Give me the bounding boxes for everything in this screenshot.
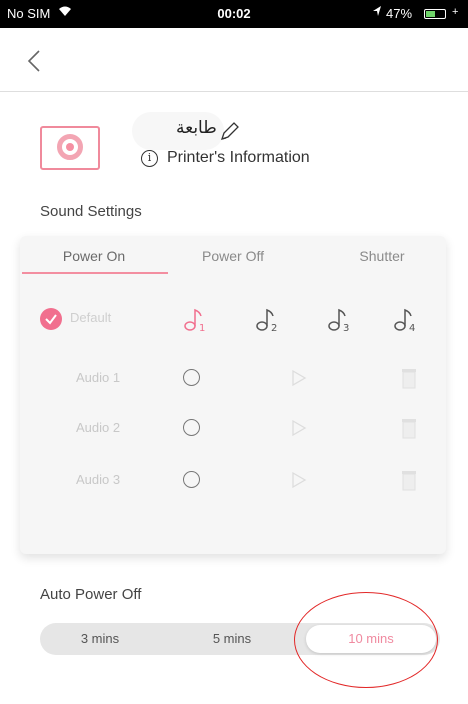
default-sound-row: Default 1 2 3 4	[20, 304, 446, 336]
tone-4-number: 4	[409, 323, 415, 334]
default-label: Default	[70, 310, 112, 325]
audio-row-3: Audio 3	[20, 466, 446, 496]
trash-icon[interactable]	[401, 417, 417, 439]
active-tab-indicator	[22, 272, 168, 274]
chevron-left-icon	[27, 50, 40, 72]
back-button[interactable]	[24, 48, 44, 74]
annotation-circle	[294, 592, 438, 688]
sound-settings-card: Power On Power Off Shutter Default 1 2 3…	[20, 236, 446, 554]
play-icon[interactable]	[290, 419, 308, 437]
location-arrow-icon	[372, 5, 382, 20]
music-note-2-icon[interactable]: 2	[252, 304, 282, 334]
printer-name: طابعة	[176, 118, 217, 138]
play-icon[interactable]	[290, 369, 308, 387]
play-icon[interactable]	[290, 471, 308, 489]
navigation-bar	[0, 28, 468, 92]
pencil-edit-icon[interactable]	[218, 121, 240, 143]
option-5-mins[interactable]: 5 mins	[172, 623, 292, 655]
tone-3-number: 3	[343, 323, 349, 334]
info-icon: i	[141, 150, 158, 167]
music-note-1-icon[interactable]: 1	[180, 304, 210, 334]
tab-power-on[interactable]: Power On	[20, 248, 168, 264]
audio-row-2: Audio 2	[20, 414, 446, 444]
default-check-icon[interactable]	[40, 308, 62, 330]
record-circle-icon[interactable]	[183, 369, 200, 386]
sound-settings-title: Sound Settings	[40, 203, 142, 220]
sound-tabs: Power On Power Off Shutter	[20, 236, 446, 276]
tab-power-off[interactable]: Power Off	[168, 248, 298, 264]
music-note-3-icon[interactable]: 3	[324, 304, 354, 334]
audio-3-label: Audio 3	[76, 472, 121, 487]
tone-1-number: 1	[199, 323, 205, 334]
status-bar: No SIM 00:02 47% +	[0, 0, 468, 28]
record-circle-icon[interactable]	[183, 471, 200, 488]
battery-percentage: 47%	[386, 6, 413, 21]
tone-2-number: 2	[271, 323, 277, 334]
record-circle-icon[interactable]	[183, 419, 200, 436]
trash-icon[interactable]	[401, 469, 417, 491]
battery-icon	[424, 9, 446, 19]
tab-shutter[interactable]: Shutter	[320, 248, 444, 264]
charging-icon: +	[452, 6, 459, 18]
audio-row-1: Audio 1	[20, 364, 446, 394]
printer-icon	[40, 126, 100, 170]
music-note-4-icon[interactable]: 4	[390, 304, 420, 334]
audio-2-label: Audio 2	[76, 420, 121, 435]
auto-power-off-title: Auto Power Off	[40, 586, 142, 603]
battery-fill	[426, 11, 435, 17]
trash-icon[interactable]	[401, 367, 417, 389]
audio-1-label: Audio 1	[76, 370, 121, 385]
printer-information-link[interactable]: Printer's Information	[167, 149, 310, 167]
option-3-mins[interactable]: 3 mins	[40, 623, 160, 655]
